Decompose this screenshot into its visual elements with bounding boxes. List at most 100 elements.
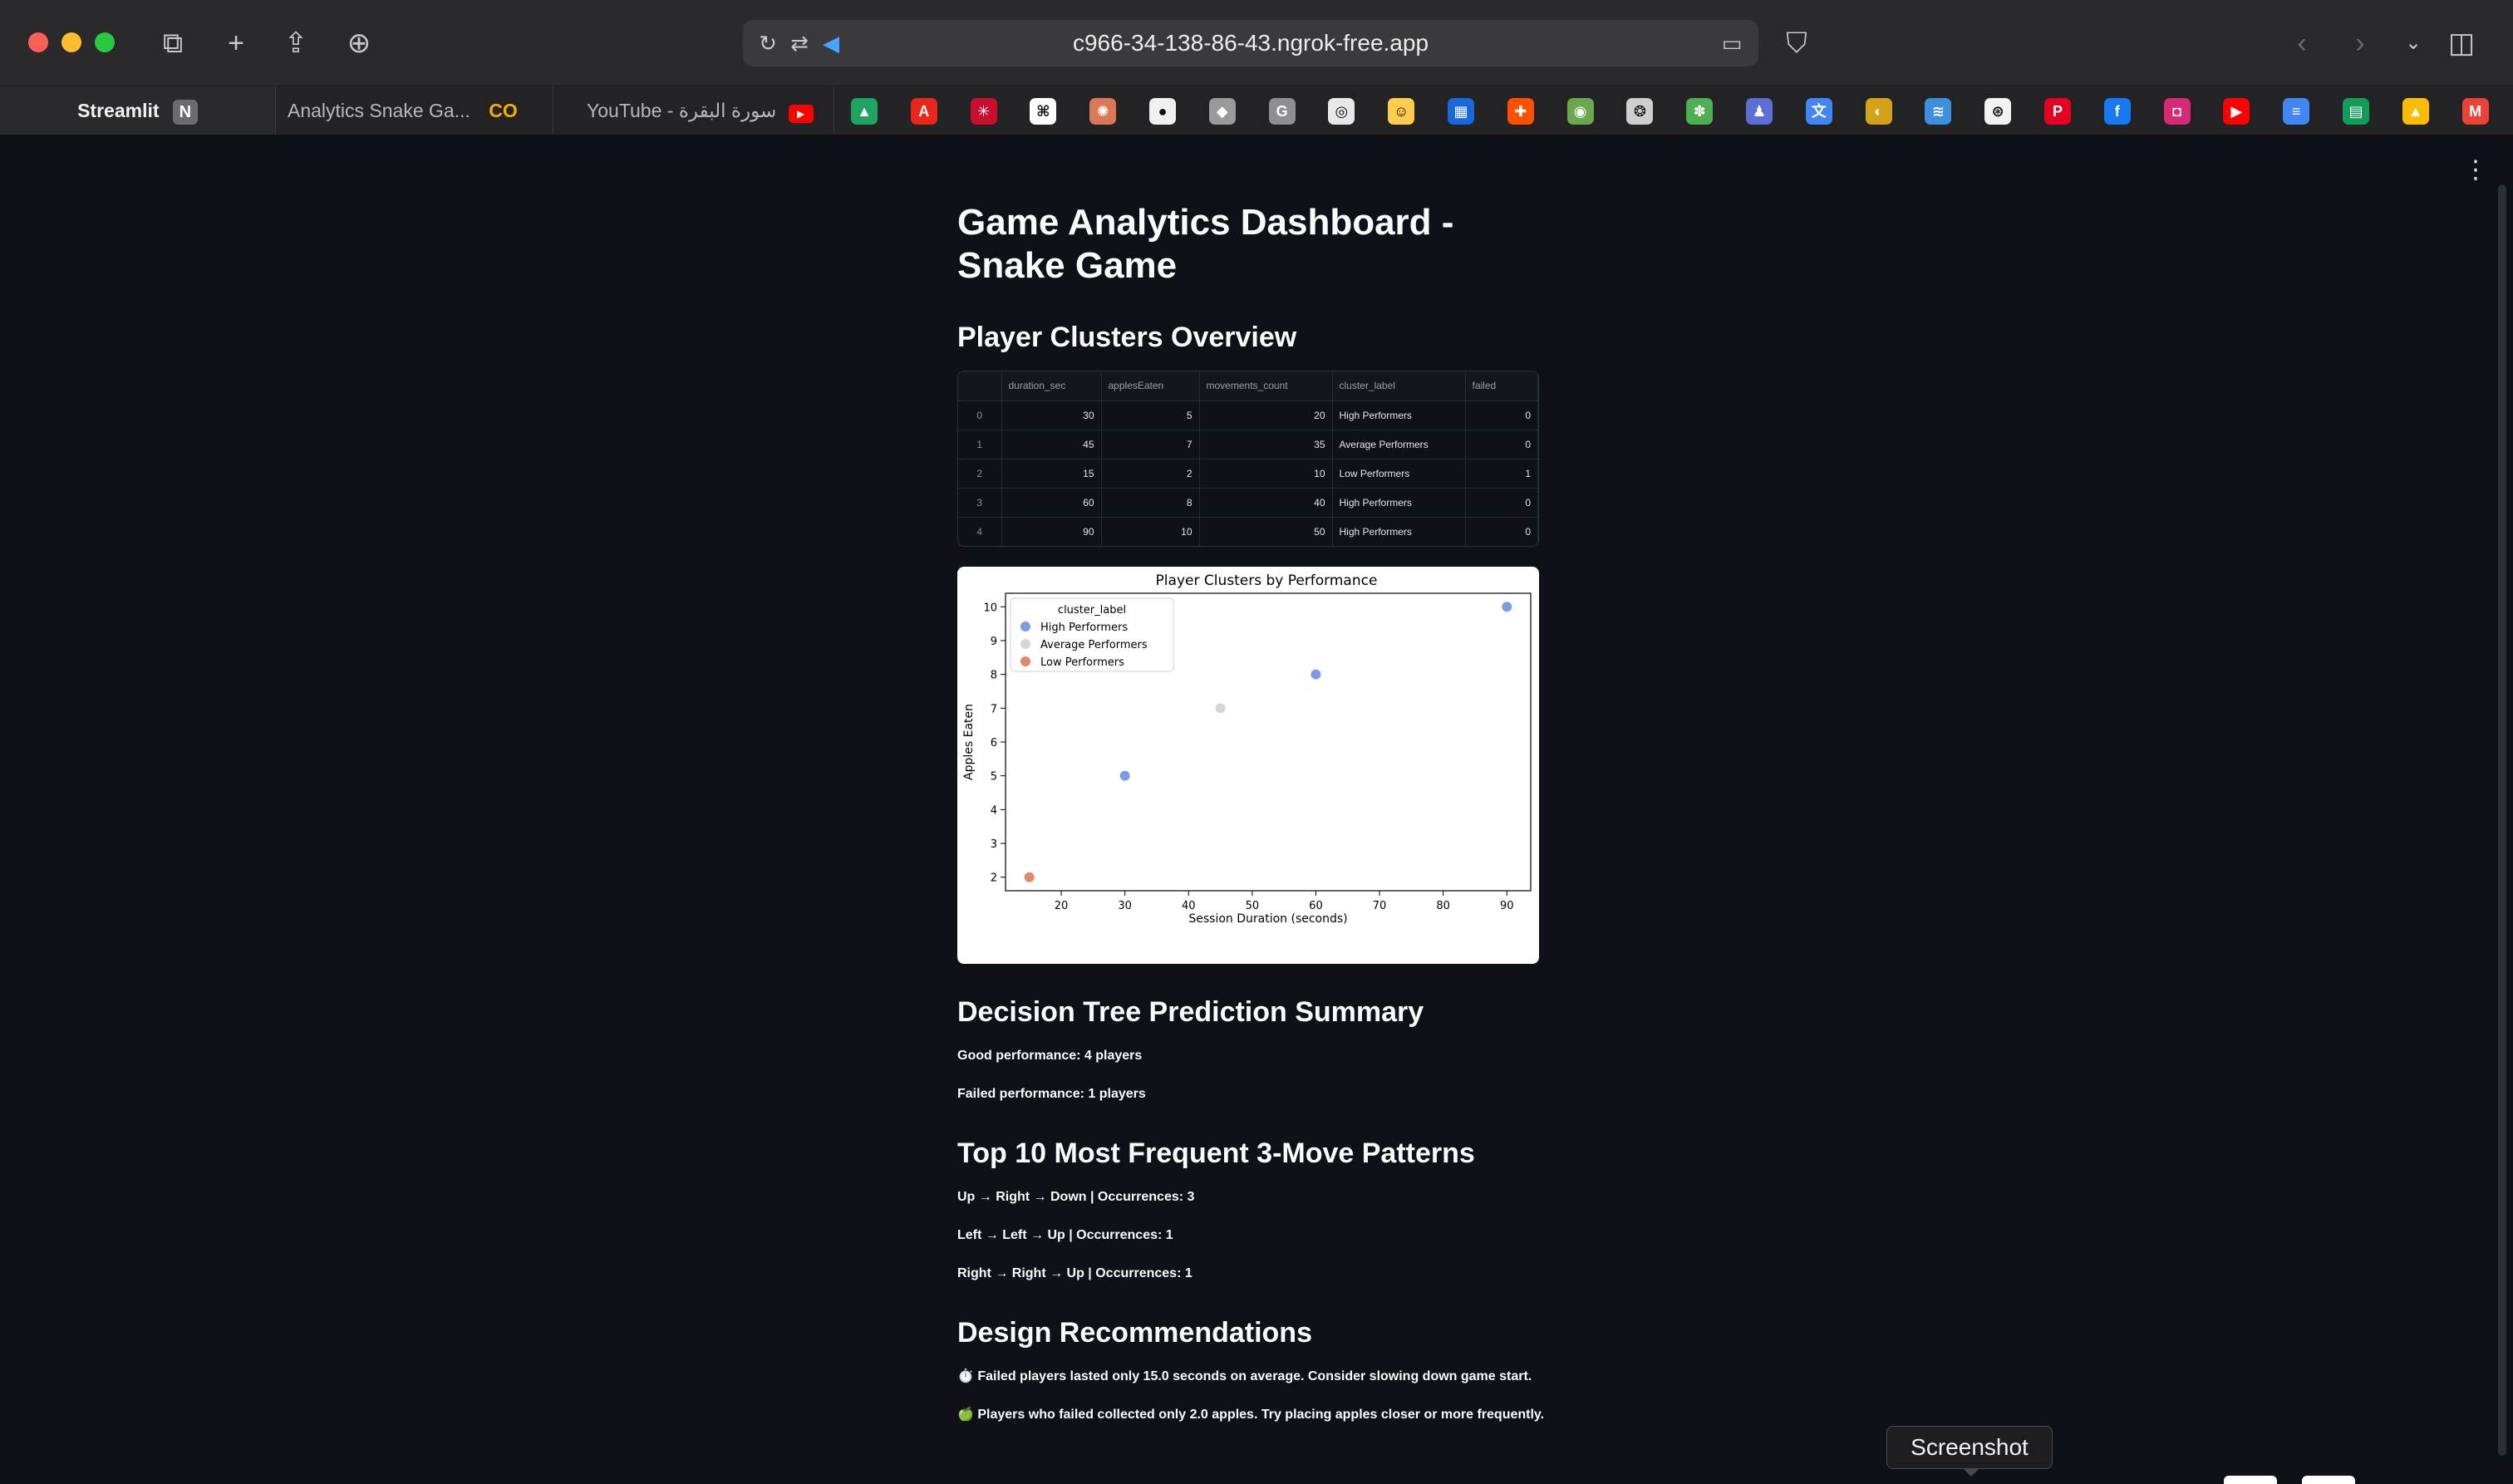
- dock-item: [2224, 1476, 2277, 1484]
- minimize-window-button[interactable]: [61, 32, 81, 52]
- grid-app-icon[interactable]: ⌘: [1030, 98, 1057, 125]
- y-tick-label: 3: [991, 838, 997, 851]
- downloads-icon[interactable]: ⊕: [341, 25, 377, 61]
- table-cell: 1: [958, 430, 1002, 459]
- globe-icon[interactable]: ◉: [1566, 98, 1594, 125]
- vscode-icon[interactable]: ≋: [1925, 98, 1952, 125]
- table-cell: 5: [1101, 400, 1200, 430]
- table-row[interactable]: 2 15 2 10 Low Performers 1: [958, 459, 1538, 489]
- column-header[interactable]: duration_sec: [1001, 371, 1102, 401]
- youtube-badge-icon: ▶: [788, 105, 814, 123]
- legend-label: Average Performers: [1040, 639, 1148, 651]
- legend-marker: [1020, 622, 1030, 631]
- table-cell: 0: [1465, 430, 1538, 459]
- page-scrollbar[interactable]: [2498, 184, 2506, 1456]
- new-tab-icon[interactable]: +: [218, 25, 254, 61]
- table-row[interactable]: 1 45 7 35 Average Performers 0: [958, 430, 1538, 459]
- google-drive-icon-2[interactable]: ▲: [2402, 98, 2429, 125]
- column-header[interactable]: movements_count: [1199, 371, 1333, 401]
- google-sheets-icon[interactable]: ▤: [2343, 98, 2369, 125]
- column-header[interactable]: cluster_label: [1332, 371, 1466, 401]
- table-cell: 35: [1199, 430, 1333, 459]
- share-icon[interactable]: ⇪: [278, 25, 314, 61]
- table-cell: 50: [1199, 517, 1333, 546]
- pinterest-icon[interactable]: P: [2044, 98, 2071, 125]
- huggingface-icon[interactable]: ☺: [1388, 98, 1415, 125]
- openai-icon[interactable]: ⊛: [1984, 98, 2012, 125]
- google-translate-icon[interactable]: 文: [1805, 98, 1832, 125]
- tab-streamlit[interactable]: Streamlit N: [0, 86, 276, 135]
- github-icon[interactable]: ●: [1149, 98, 1176, 125]
- unity-icon[interactable]: ◆: [1208, 98, 1236, 125]
- youtube-icon[interactable]: ▶: [2223, 98, 2250, 125]
- chatgpt-icon[interactable]: ◎: [1328, 98, 1355, 125]
- adobe-icon[interactable]: A: [910, 98, 937, 125]
- table-row[interactable]: 4 90 10 50 High Performers 0: [958, 517, 1538, 546]
- y-tick-label: 2: [991, 872, 997, 885]
- close-window-button[interactable]: [28, 32, 48, 52]
- claude-icon[interactable]: ✺: [1089, 98, 1117, 125]
- column-header[interactable]: applesEaten: [1101, 371, 1200, 401]
- gmail-icon[interactable]: M: [2461, 98, 2489, 125]
- tab-overview-icon[interactable]: ⧉: [155, 25, 191, 61]
- dock-item: [2302, 1476, 2355, 1484]
- url-text[interactable]: c966-34-138-86-43.ngrok-free.app: [743, 20, 1758, 66]
- x-tick-label: 80: [1436, 900, 1450, 912]
- legend-label: High Performers: [1040, 622, 1128, 634]
- data-point: [1215, 703, 1226, 714]
- table-cell: 4: [958, 517, 1002, 546]
- clusters-dataframe[interactable]: duration_sec applesEaten movements_count…: [957, 371, 1539, 547]
- legend-label: Low Performers: [1040, 656, 1124, 669]
- data-point: [1119, 770, 1130, 781]
- x-tick-label: 60: [1309, 900, 1323, 912]
- instagram-icon[interactable]: ◘: [2163, 98, 2191, 125]
- owl-icon[interactable]: ❂: [1626, 98, 1654, 125]
- tensor-icon[interactable]: ✽: [1686, 98, 1714, 125]
- facebook-icon[interactable]: f: [2103, 98, 2131, 125]
- table-cell: 2: [1101, 459, 1200, 489]
- reader-icon[interactable]: ▭: [1715, 27, 1748, 60]
- eye-icon[interactable]: ◐: [1865, 98, 1892, 125]
- table-cell: 60: [1001, 488, 1102, 518]
- table-row[interactable]: 0 30 5 20 High Performers 0: [958, 400, 1538, 430]
- legend-title: cluster_label: [1058, 604, 1126, 617]
- red-app-icon[interactable]: ✳: [970, 98, 997, 125]
- cluster-scatter-chart[interactable]: Player Clusters by Performance 20 30 40 50 60…: [957, 567, 1539, 964]
- table-row[interactable]: 3 60 8 40 High Performers 0: [958, 488, 1538, 518]
- page-title: Game Analytics Dashboard - Snake Game: [957, 202, 1454, 286]
- decision-good-text: Good performance: 4 players: [957, 1049, 1143, 1063]
- table-cell: 20: [1199, 400, 1333, 430]
- screenshot-tooltip: Screenshot: [1886, 1426, 2053, 1469]
- chevron-down-icon[interactable]: ⌄: [2395, 25, 2432, 61]
- address-bar[interactable]: ↻ ⇄ ◀ c966-34-138-86-43.ngrok-free.app ▭: [743, 20, 1758, 66]
- tab-bar: Streamlit N Analytics Snake Ga... CO You…: [0, 86, 2513, 135]
- figure-icon[interactable]: ♟: [1746, 98, 1773, 125]
- privacy-shield-icon[interactable]: ⛉: [1778, 25, 1815, 61]
- back-icon[interactable]: ‹: [2284, 25, 2320, 61]
- google-docs-icon[interactable]: ≡: [2283, 98, 2310, 125]
- google-drive-icon[interactable]: ▲: [851, 98, 878, 125]
- x-tick-label: 30: [1118, 900, 1132, 912]
- column-header[interactable]: [958, 371, 1002, 401]
- table-header-row: duration_sec applesEaten movements_count…: [958, 371, 1538, 401]
- zapier-icon[interactable]: ✚: [1507, 98, 1534, 125]
- y-axis-label: Apples Eaten: [962, 704, 976, 780]
- x-tick-label: 20: [1055, 900, 1069, 912]
- colab-icon: CO: [489, 100, 518, 121]
- tab-analytics-snake[interactable]: Analytics Snake Ga... CO: [276, 86, 553, 135]
- forward-icon[interactable]: ›: [2342, 25, 2378, 61]
- data-point: [1311, 669, 1321, 680]
- y-tick-label: 4: [991, 804, 997, 817]
- g-icon[interactable]: G: [1268, 98, 1296, 125]
- table-cell: 45: [1001, 430, 1102, 459]
- main-menu-icon[interactable]: ⋮: [2463, 158, 2488, 183]
- tab-youtube[interactable]: YouTube - سورة البقرة ▶: [553, 86, 834, 135]
- table-cell: 0: [1465, 517, 1538, 546]
- sidebar-icon[interactable]: ◫: [2443, 25, 2480, 61]
- trello-icon[interactable]: ▦: [1448, 98, 1474, 125]
- table-cell: 1: [1465, 459, 1538, 489]
- zoom-window-button[interactable]: [95, 32, 115, 52]
- table-cell: 0: [1465, 488, 1538, 518]
- pattern-item: Up → Right → Down | Occurrences: 3: [957, 1190, 1195, 1204]
- column-header[interactable]: failed: [1465, 371, 1538, 401]
